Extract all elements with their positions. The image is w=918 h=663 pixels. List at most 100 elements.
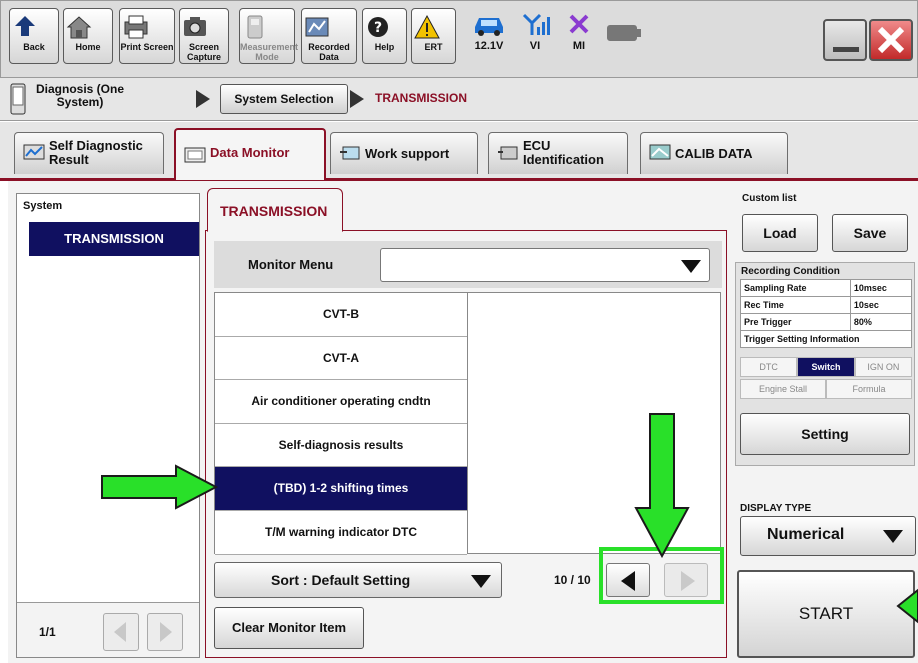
list-item-selected[interactable]: (TBD) 1-2 shifting times bbox=[215, 467, 467, 511]
start-button[interactable]: START bbox=[737, 570, 915, 658]
work-support-icon bbox=[340, 146, 360, 160]
back-button[interactable]: Back bbox=[9, 8, 59, 64]
breadcrumb-arrow-icon bbox=[350, 90, 364, 108]
monitor-system-tab[interactable]: TRANSMISSION bbox=[207, 188, 343, 232]
system-prev-button[interactable] bbox=[103, 613, 139, 651]
print-screen-button[interactable]: Print Screen bbox=[119, 8, 175, 64]
home-label: Home bbox=[75, 42, 101, 52]
vi-status: VI bbox=[513, 11, 557, 63]
list-item[interactable]: Self-diagnosis results bbox=[215, 423, 467, 468]
toolbar: Back Home Print Screen Screen Capture Me… bbox=[0, 0, 918, 78]
recording-condition-label: Recording Condition bbox=[741, 266, 840, 277]
system-panel-title: System bbox=[23, 200, 63, 212]
sort-dropdown[interactable]: Sort : Default Setting bbox=[214, 562, 502, 598]
crumb-current: TRANSMISSION bbox=[375, 91, 468, 105]
minimize-icon bbox=[833, 47, 859, 52]
list-item[interactable]: CVT-B bbox=[215, 293, 467, 337]
list-item[interactable]: Air conditioner operating cndtn bbox=[215, 380, 467, 424]
crumb-diagnosis-one-system[interactable]: Diagnosis (One System) bbox=[30, 83, 130, 109]
recorded-data-label: Recorded Data bbox=[308, 42, 350, 62]
trigger-dtc[interactable]: DTC bbox=[740, 357, 798, 377]
tab-label: ECU Identification bbox=[523, 138, 604, 167]
chevron-left-icon bbox=[114, 622, 126, 642]
svg-text:?: ? bbox=[374, 20, 382, 36]
close-icon bbox=[877, 26, 905, 54]
clear-monitor-item-button[interactable]: Clear Monitor Item bbox=[214, 607, 364, 649]
monitor-item-list: CVT-B CVT-A Air conditioner operating cn… bbox=[214, 292, 468, 555]
minimize-button[interactable] bbox=[823, 19, 867, 61]
help-label: Help bbox=[374, 42, 395, 52]
trigger-switch[interactable]: Switch bbox=[797, 357, 855, 377]
tab-ecu-identification[interactable]: ECU Identification bbox=[488, 132, 628, 174]
rec-name: Sampling Rate bbox=[740, 279, 851, 297]
printer-icon bbox=[124, 15, 148, 39]
custom-list-label: Custom list bbox=[742, 193, 797, 204]
system-panel: System TRANSMISSION 1/1 bbox=[16, 193, 200, 658]
help-button[interactable]: ? Help bbox=[362, 8, 407, 64]
monitor-menu-row: Monitor Menu bbox=[214, 241, 722, 288]
battery-status: 12.1V bbox=[467, 11, 511, 63]
chevron-right-icon bbox=[160, 622, 172, 642]
rec-value: 10sec bbox=[849, 296, 913, 314]
monitor-menu-label: Monitor Menu bbox=[248, 257, 334, 272]
breadcrumb: Diagnosis (One System) System Selection … bbox=[0, 78, 918, 121]
list-item[interactable]: T/M warning indicator DTC bbox=[215, 510, 467, 555]
system-item-transmission[interactable]: TRANSMISSION bbox=[29, 222, 199, 256]
dropdown-arrow-icon bbox=[681, 260, 701, 273]
tab-data-monitor[interactable]: Data Monitor bbox=[174, 128, 326, 180]
system-selection-button[interactable]: System Selection bbox=[220, 84, 348, 114]
warning-icon bbox=[414, 14, 440, 39]
system-next-button[interactable] bbox=[147, 613, 183, 651]
help-icon: ? bbox=[368, 17, 388, 37]
trigger-setting-label: Trigger Setting Information bbox=[740, 330, 912, 348]
tab-calib-data[interactable]: CALIB DATA bbox=[640, 132, 788, 174]
measurement-mode-button[interactable]: Measurement Mode bbox=[239, 8, 299, 64]
close-button[interactable] bbox=[869, 19, 913, 61]
screen-capture-button[interactable]: Screen Capture bbox=[179, 8, 229, 64]
measurement-mode-label: Measurement Mode bbox=[240, 42, 299, 62]
tab-label: Work support bbox=[365, 146, 450, 161]
tab-self-diagnostic-result[interactable]: Self Diagnostic Result bbox=[14, 132, 164, 174]
rec-name: Pre Trigger bbox=[740, 313, 851, 331]
system-pager: 1/1 bbox=[17, 602, 199, 657]
tab-work-support[interactable]: Work support bbox=[330, 132, 478, 174]
dropdown-arrow-icon bbox=[883, 530, 903, 543]
table-row: Sampling Rate 10msec bbox=[740, 279, 913, 297]
recording-condition-panel: Recording Condition Sampling Rate 10msec … bbox=[735, 262, 915, 466]
recorded-data-icon bbox=[305, 17, 329, 37]
load-button[interactable]: Load bbox=[742, 214, 818, 252]
home-button[interactable]: Home bbox=[63, 8, 113, 64]
device-icon bbox=[10, 83, 26, 115]
trigger-engine-stall[interactable]: Engine Stall bbox=[740, 379, 826, 399]
battery-indicator-icon bbox=[607, 25, 641, 41]
home-icon bbox=[66, 16, 92, 39]
recording-table: Sampling Rate 10msec Rec Time 10sec Pre Tr… bbox=[740, 279, 913, 348]
dropdown-arrow-icon bbox=[471, 575, 491, 588]
trigger-row: DTC Switch IGN ON bbox=[740, 357, 912, 377]
green-arrow-down-icon bbox=[634, 413, 690, 558]
trigger-formula[interactable]: Formula bbox=[826, 379, 912, 399]
system-page-count: 1/1 bbox=[39, 625, 56, 639]
setting-button[interactable]: Setting bbox=[740, 413, 910, 455]
green-arrow-right-icon bbox=[101, 464, 219, 510]
save-button[interactable]: Save bbox=[832, 214, 908, 252]
trigger-ign-on[interactable]: IGN ON bbox=[854, 357, 912, 377]
print-screen-label: Print Screen bbox=[120, 42, 174, 52]
display-type-select[interactable]: Numerical bbox=[740, 516, 916, 556]
ert-button[interactable]: ERT bbox=[411, 8, 456, 64]
recorded-data-button[interactable]: Recorded Data bbox=[301, 8, 357, 64]
monitor-icon bbox=[184, 147, 206, 163]
green-arrow-left-icon bbox=[896, 588, 918, 624]
battery-voltage: 12.1V bbox=[474, 40, 504, 52]
car-icon bbox=[475, 18, 503, 36]
rec-value: 80% bbox=[849, 313, 913, 331]
rec-value: 10msec bbox=[849, 279, 913, 297]
sort-label: Sort : Default Setting bbox=[271, 572, 411, 588]
monitor-menu-select[interactable] bbox=[380, 248, 710, 282]
ert-label: ERT bbox=[424, 42, 443, 52]
display-type-value: Numerical bbox=[767, 526, 845, 543]
list-item[interactable]: CVT-A bbox=[215, 336, 467, 381]
mi-label: MI bbox=[572, 40, 586, 52]
table-row: Trigger Setting Information bbox=[740, 330, 912, 348]
tab-bar: Self Diagnostic Result Data Monitor Work… bbox=[0, 122, 918, 180]
